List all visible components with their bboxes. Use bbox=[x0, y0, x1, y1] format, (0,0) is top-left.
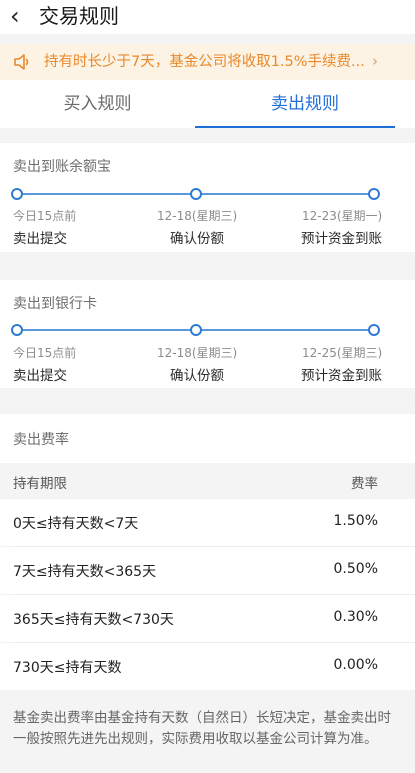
holding-period: 0天≤持有天数<7天 bbox=[13, 516, 139, 532]
fee-rate: 0.30% bbox=[333, 609, 378, 625]
active-tab-indicator bbox=[195, 126, 395, 128]
chevron-right-icon: › bbox=[372, 52, 378, 70]
section-to-bank-card: 卖出到银行卡 今日15点前 12-18(星期三) 12-25(星期三) 卖出提交… bbox=[0, 280, 415, 388]
step-date: 12-18(星期三) bbox=[157, 346, 238, 360]
section-fee: 卖出费率 bbox=[0, 414, 415, 463]
table-row: 7天≤持有天数<365天 0.50% bbox=[0, 547, 415, 594]
section-title: 卖出到账余额宝 bbox=[13, 159, 111, 175]
step-label: 确认份额 bbox=[170, 231, 224, 247]
fee-notice-banner[interactable]: 持有时长少于7天，基金公司将收取1.5%手续费... › bbox=[0, 44, 415, 80]
section-to-yuebao: 卖出到账余额宝 今日15点前 12-18(星期三) 12-23(星期一) 卖出提… bbox=[0, 143, 415, 252]
rule-tabs: 买入规则 卖出规则 bbox=[0, 80, 415, 128]
step-label: 预计资金到账 bbox=[301, 231, 382, 247]
fee-rate: 0.50% bbox=[333, 561, 378, 577]
page-title: 交易规则 bbox=[39, 4, 119, 28]
tab-buy-rules[interactable]: 买入规则 bbox=[0, 80, 195, 128]
nav-header: ‹ 交易规则 bbox=[0, 0, 415, 34]
chevron-left-icon[interactable]: ‹ bbox=[10, 3, 20, 29]
fee-table-header: 持有期限 费率 bbox=[0, 463, 415, 499]
notice-text: 持有时长少于7天，基金公司将收取1.5%手续费... bbox=[44, 54, 365, 70]
column-header-rate: 费率 bbox=[351, 476, 378, 492]
table-row: 365天≤持有天数<730天 0.30% bbox=[0, 595, 415, 642]
timeline bbox=[11, 324, 380, 336]
timeline-dot bbox=[368, 324, 380, 336]
speaker-icon bbox=[14, 54, 29, 70]
timeline-dot bbox=[190, 324, 202, 336]
fee-rate: 0.00% bbox=[333, 657, 378, 673]
timeline-dot bbox=[11, 188, 23, 200]
column-header-period: 持有期限 bbox=[13, 476, 67, 492]
holding-period: 7天≤持有天数<365天 bbox=[13, 564, 157, 580]
section-title: 卖出到银行卡 bbox=[13, 296, 97, 312]
step-date: 今日15点前 bbox=[13, 346, 77, 360]
fee-rate: 1.50% bbox=[333, 513, 378, 529]
holding-period: 730天≤持有天数 bbox=[13, 660, 122, 676]
step-label: 确认份额 bbox=[170, 368, 224, 384]
timeline-dot bbox=[368, 188, 380, 200]
step-date: 12-25(星期三) bbox=[302, 346, 383, 360]
step-label: 预计资金到账 bbox=[301, 368, 382, 384]
step-date: 12-23(星期一) bbox=[302, 209, 383, 223]
table-row: 730天≤持有天数 0.00% bbox=[0, 643, 415, 690]
step-label: 卖出提交 bbox=[13, 368, 67, 384]
section-title: 卖出费率 bbox=[13, 432, 69, 448]
step-date: 12-18(星期三) bbox=[157, 209, 238, 223]
fee-footnote: 基金卖出费率由基金持有天数（自然日）长短决定，基金卖出时一般按照先进先出规则，实… bbox=[13, 710, 391, 747]
tab-sell-rules[interactable]: 卖出规则 bbox=[195, 80, 415, 128]
step-label: 卖出提交 bbox=[13, 231, 67, 247]
table-row: 0天≤持有天数<7天 1.50% bbox=[0, 499, 415, 546]
step-date: 今日15点前 bbox=[13, 209, 77, 223]
holding-period: 365天≤持有天数<730天 bbox=[13, 612, 174, 628]
timeline bbox=[11, 188, 380, 200]
timeline-dot bbox=[11, 324, 23, 336]
timeline-dot bbox=[190, 188, 202, 200]
